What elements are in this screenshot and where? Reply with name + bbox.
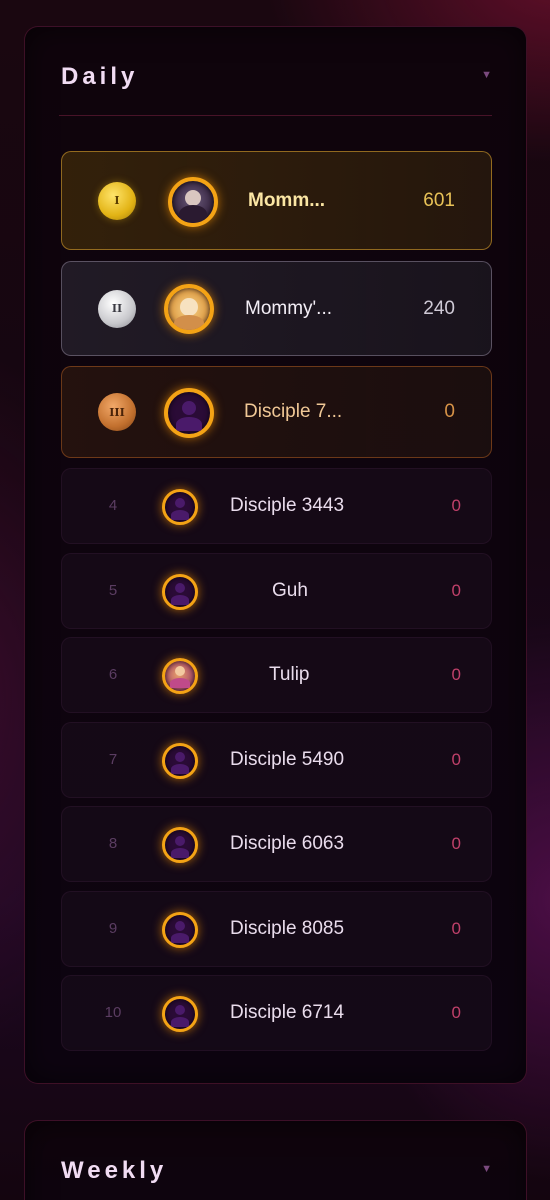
user-name: Momm...	[248, 189, 326, 211]
rank-number: 6	[108, 666, 118, 683]
default-avatar-icon	[162, 996, 198, 1032]
user-avatar	[164, 284, 214, 334]
user-score: 240	[423, 297, 455, 319]
weekly-panel-title: Weekly	[61, 1157, 168, 1184]
default-avatar-icon	[162, 912, 198, 948]
rank-number: 10	[104, 1004, 122, 1021]
daily-divider	[59, 115, 492, 116]
leaderboard-row-5[interactable]: 5 Guh 0	[61, 553, 492, 629]
default-avatar-icon	[162, 827, 198, 863]
user-score: 0	[451, 919, 461, 938]
user-name: Disciple 3443	[230, 495, 345, 516]
rank-number: 5	[108, 582, 118, 599]
weekly-leaderboard-panel: Weekly ▼	[24, 1120, 527, 1200]
user-name: Disciple 6063	[230, 833, 345, 854]
user-score: 0	[451, 581, 461, 600]
user-score: 601	[423, 189, 455, 211]
user-score: 0	[451, 665, 461, 684]
user-name: Disciple 6714	[230, 1002, 345, 1023]
leaderboard-row-4[interactable]: 4 Disciple 3443 0	[61, 468, 492, 544]
user-score: 0	[451, 750, 461, 769]
silver-medal-icon: II	[98, 289, 136, 328]
rank-number: 7	[108, 751, 118, 768]
leaderboard-row-3[interactable]: III Disciple 7... 0	[61, 366, 492, 458]
leaderboard-row-1[interactable]: I Momm... 601	[61, 151, 492, 250]
leaderboard-row-2[interactable]: II Mommy'... 240	[61, 261, 492, 356]
rank-number: 4	[108, 497, 118, 514]
user-score: 0	[451, 834, 461, 853]
rank-number: 9	[108, 920, 118, 937]
user-score: 0	[451, 496, 461, 515]
default-avatar-icon	[162, 489, 198, 525]
user-name: Mommy'...	[245, 297, 333, 319]
user-name: Disciple 8085	[230, 918, 345, 939]
leaderboard-row-6[interactable]: 6 Tulip 0	[61, 637, 492, 713]
leaderboard-row-10[interactable]: 10 Disciple 6714 0	[61, 975, 492, 1051]
user-avatar	[162, 658, 198, 694]
user-name: Disciple 5490	[230, 749, 345, 770]
leaderboard-row-8[interactable]: 8 Disciple 6063 0	[61, 806, 492, 882]
leaderboard-row-7[interactable]: 7 Disciple 5490 0	[61, 722, 492, 798]
default-avatar-icon	[162, 743, 198, 779]
daily-panel-title: Daily	[61, 63, 139, 90]
default-avatar-icon	[162, 574, 198, 610]
weekly-collapse-chevron-icon[interactable]: ▼	[481, 1163, 492, 1175]
user-avatar	[168, 177, 218, 227]
user-score: 0	[451, 1003, 461, 1022]
user-name: Tulip	[269, 664, 310, 685]
daily-collapse-chevron-icon[interactable]: ▼	[481, 69, 492, 81]
default-avatar-icon	[164, 388, 214, 438]
user-score: 0	[444, 401, 455, 422]
leaderboard-row-9[interactable]: 9 Disciple 8085 0	[61, 891, 492, 967]
daily-leaderboard-panel: Daily ▼ I Momm... 601 II Mommy'... 240 I…	[24, 26, 527, 1084]
user-name: Disciple 7...	[244, 401, 343, 422]
gold-medal-icon: I	[98, 181, 136, 220]
rank-number: 8	[108, 835, 118, 852]
user-name: Guh	[272, 580, 308, 601]
bronze-medal-icon: III	[98, 393, 136, 431]
